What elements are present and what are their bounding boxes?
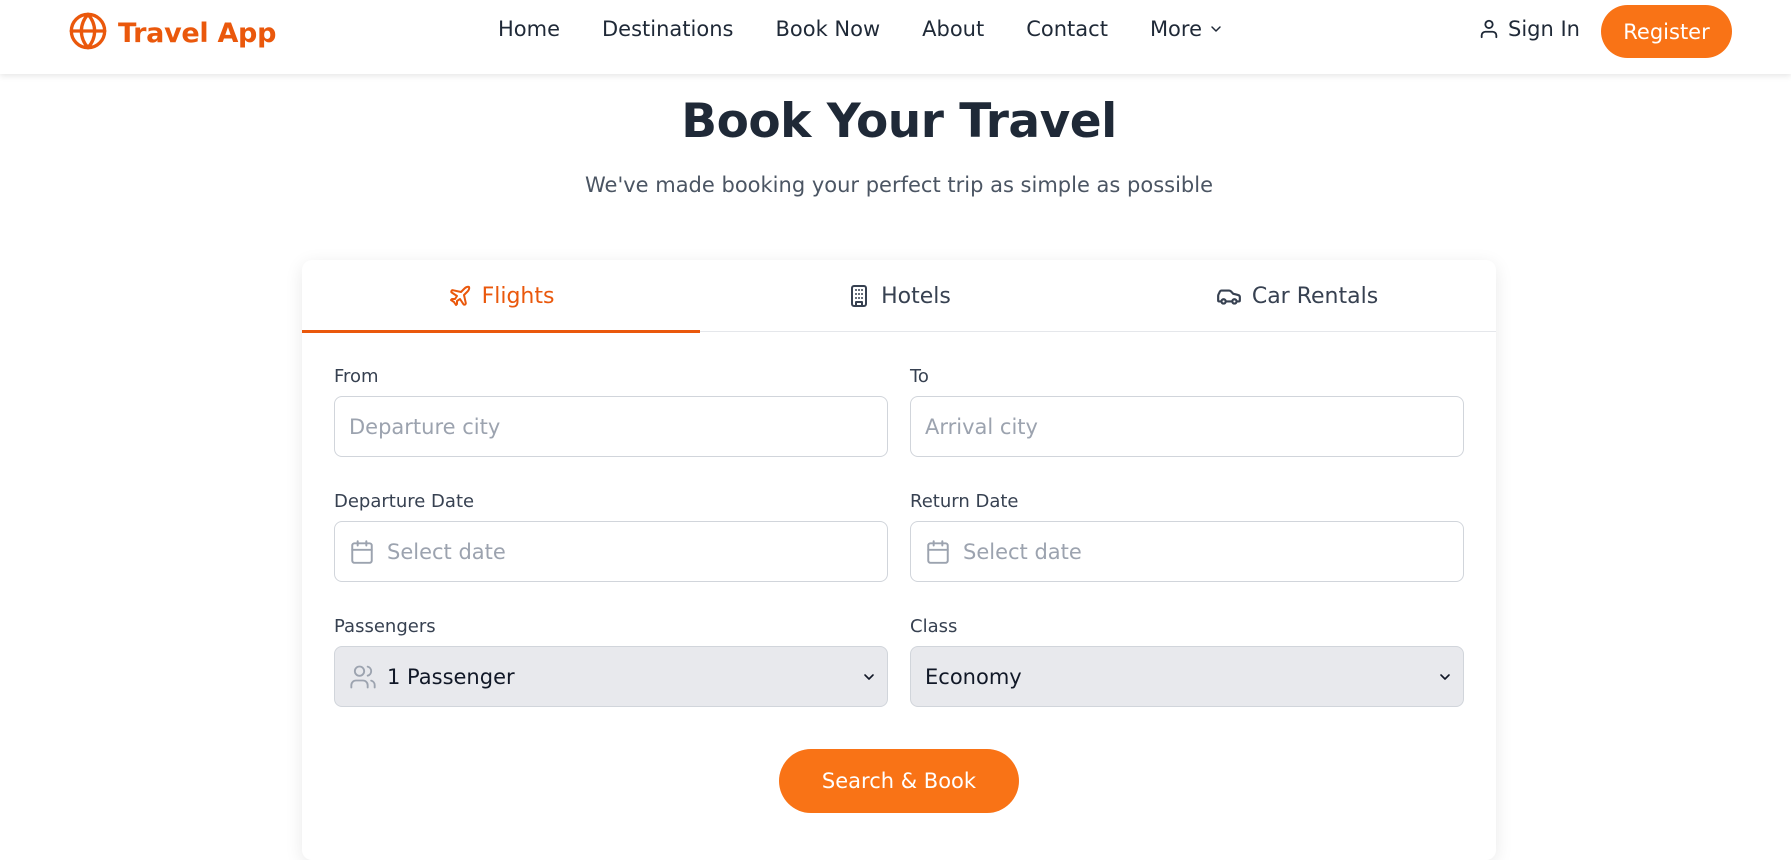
return-date-label: Return Date: [910, 491, 1019, 512]
booking-tabs: Flights Hotels Car Rentals: [302, 260, 1496, 333]
departure-date-label: Departure Date: [334, 491, 475, 512]
tab-hotels-label: Hotels: [881, 283, 951, 309]
tab-flights[interactable]: Flights: [302, 260, 700, 333]
main-nav: Home Destinations Book Now About Contact…: [498, 17, 1266, 41]
class-label: Class: [910, 616, 958, 637]
tab-car-rentals[interactable]: Car Rentals: [1098, 260, 1496, 332]
search-book-button[interactable]: Search & Book: [779, 749, 1019, 813]
tab-flights-label: Flights: [481, 283, 555, 309]
departure-date-input[interactable]: Select date: [334, 521, 888, 582]
to-label: To: [910, 366, 929, 387]
passengers-label: Passengers: [334, 616, 436, 637]
to-input[interactable]: Arrival city: [910, 396, 1464, 457]
tab-car-rentals-label: Car Rentals: [1251, 283, 1379, 309]
chevron-down-icon: [1208, 21, 1224, 37]
top-navbar: Travel App Home Destinations Book Now Ab…: [0, 0, 1791, 74]
sign-in-link[interactable]: Sign In: [1478, 17, 1580, 41]
nav-link-contact[interactable]: Contact: [1026, 17, 1108, 41]
nav-more-dropdown[interactable]: More: [1150, 17, 1224, 41]
nav-link-destinations[interactable]: Destinations: [602, 17, 733, 41]
passengers-value: 1 Passenger: [387, 664, 515, 689]
tab-hotels[interactable]: Hotels: [700, 260, 1098, 332]
register-button[interactable]: Register: [1601, 5, 1732, 58]
chevron-down-icon: [861, 669, 877, 685]
class-value: Economy: [925, 664, 1022, 689]
return-date-placeholder: Select date: [963, 539, 1082, 564]
nav-more-label: More: [1149, 17, 1202, 41]
car-icon: [1216, 283, 1242, 309]
building-icon: [847, 284, 871, 308]
globe-icon: [68, 11, 108, 55]
nav-link-book-now[interactable]: Book Now: [775, 17, 880, 41]
departure-date-placeholder: Select date: [387, 539, 506, 564]
chevron-down-icon: [1437, 669, 1453, 685]
passengers-select[interactable]: 1 Passenger: [334, 646, 888, 707]
class-select[interactable]: Economy: [910, 646, 1464, 707]
nav-link-home[interactable]: Home: [498, 17, 560, 41]
brand-logo[interactable]: Travel App: [68, 11, 276, 55]
brand-name: Travel App: [118, 17, 277, 49]
sign-in-label: Sign In: [1508, 17, 1580, 41]
return-date-input[interactable]: Select date: [910, 521, 1464, 582]
users-icon: [349, 663, 377, 691]
page-title: Book Your Travel: [681, 94, 1117, 149]
from-label: From: [334, 366, 379, 387]
booking-card: Flights Hotels Car Rentals From Departur…: [302, 260, 1496, 860]
calendar-icon: [349, 539, 375, 565]
nav-link-about[interactable]: About: [922, 17, 984, 41]
user-icon: [1478, 18, 1500, 40]
plane-icon: [448, 284, 472, 308]
calendar-icon: [925, 539, 951, 565]
page-subtitle: We've made booking your perfect trip as …: [584, 173, 1214, 197]
from-input[interactable]: Departure city: [334, 396, 888, 457]
